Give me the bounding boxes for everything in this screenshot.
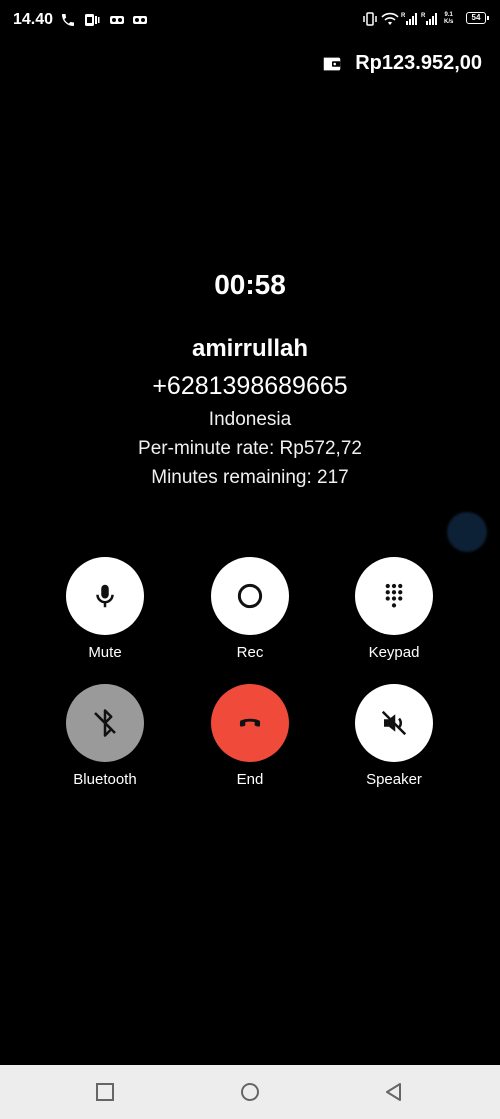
vr-glasses-icon-2 [133, 16, 147, 24]
balance-amount: Rp123.952,00 [355, 52, 482, 74]
keypad-label: Keypad [368, 644, 420, 661]
speaker-label: Speaker [366, 771, 422, 788]
mute-button[interactable]: Mute [45, 557, 165, 661]
mute-circle[interactable] [66, 557, 144, 635]
record-icon [237, 583, 263, 609]
navigation-bar [0, 1065, 500, 1119]
bluetooth-label: Bluetooth [73, 771, 137, 788]
end-call-circle[interactable] [211, 684, 289, 762]
caller-number: +6281398689665 [152, 372, 348, 400]
wallet-icon [323, 57, 341, 70]
end-call-label: End [236, 771, 264, 788]
speaker-off-icon [381, 710, 407, 736]
back-triangle-icon[interactable] [384, 1082, 404, 1102]
per-minute-rate: Per-minute rate: Rp572,72 [138, 438, 362, 459]
vr-glasses-icon [110, 16, 124, 24]
mute-label: Mute [88, 644, 122, 661]
caller-country: Indonesia [208, 409, 292, 430]
microphone-icon [96, 584, 114, 608]
caller-name: amirrullah [191, 335, 309, 362]
end-call-button[interactable]: End [190, 684, 310, 788]
home-circle-icon[interactable] [240, 1082, 260, 1102]
recents-square-icon[interactable] [95, 1082, 115, 1102]
wifi-icon [381, 12, 399, 25]
svg-text:R: R [421, 13, 426, 19]
record-circle[interactable] [211, 557, 289, 635]
bluetooth-button[interactable]: Bluetooth [45, 684, 165, 788]
hang-up-icon [239, 718, 261, 727]
keypad-circle[interactable] [355, 557, 433, 635]
network-speed: 9.1 K/s [444, 12, 454, 25]
floating-dot [447, 512, 487, 552]
svg-text:R: R [401, 13, 406, 19]
call-timer: 00:58 [214, 269, 286, 300]
speaker-circle[interactable] [355, 684, 433, 762]
status-time: 14.40 [13, 11, 54, 28]
battery-icon: 54 [466, 12, 489, 24]
signal-icon-1: R [401, 13, 417, 25]
bluetooth-circle[interactable] [66, 684, 144, 762]
sim-app-icon [85, 14, 100, 26]
balance: Rp123.952,00 [321, 52, 482, 75]
minutes-remaining: Minutes remaining: 217 [151, 467, 349, 488]
battery-level: 54 [471, 13, 481, 22]
phone-call-icon [62, 14, 74, 26]
record-label: Rec [236, 644, 264, 661]
keypad-button[interactable]: Keypad [334, 557, 454, 661]
dialpad-icon [385, 583, 403, 608]
record-button[interactable]: Rec [190, 557, 310, 661]
bluetooth-disabled-icon [94, 709, 116, 737]
speaker-button[interactable]: Speaker [334, 684, 454, 788]
vibrate-icon [363, 12, 377, 26]
status-bar: 14.40 R R 9.1 K/s 54 [0, 0, 500, 40]
signal-icon-2: R [421, 13, 437, 25]
